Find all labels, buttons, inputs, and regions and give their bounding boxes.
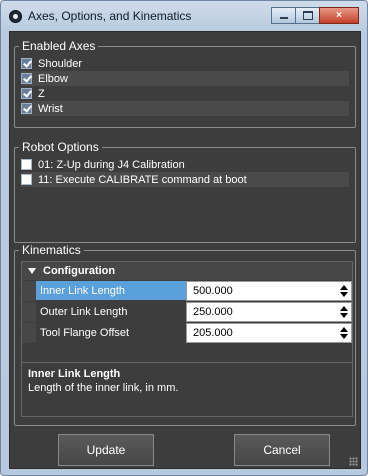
- enabled-axes-legend: Enabled Axes: [19, 39, 99, 53]
- robot-options-group: Robot Options 01: Z-Up during J4 Calibra…: [14, 140, 356, 243]
- option-row-01[interactable]: 01: Z-Up during J4 Calibration: [21, 157, 349, 172]
- resize-grip-icon[interactable]: [349, 457, 358, 466]
- enabled-axes-group: Enabled Axes Shoulder Elbow Z Wrist: [14, 39, 356, 128]
- checkbox-elbow[interactable]: [21, 73, 32, 84]
- axis-label: Elbow: [38, 72, 68, 85]
- axis-row-shoulder[interactable]: Shoulder: [21, 56, 349, 71]
- spin-icon[interactable]: [340, 326, 348, 340]
- property-grid: Configuration Inner Link Length 500.000 …: [21, 261, 353, 417]
- axis-row-wrist[interactable]: Wrist: [21, 101, 349, 116]
- app-icon: [9, 10, 22, 23]
- property-description: Inner Link Length Length of the inner li…: [22, 362, 352, 416]
- property-name[interactable]: Tool Flange Offset: [36, 323, 186, 343]
- window-title: Axes, Options, and Kinematics: [28, 9, 192, 23]
- row-gutter: [22, 302, 36, 322]
- property-row-inner-link-length[interactable]: Inner Link Length 500.000: [22, 281, 352, 301]
- maximize-button[interactable]: [295, 7, 320, 24]
- property-value-input[interactable]: 500.000: [186, 281, 352, 301]
- close-button[interactable]: ×: [319, 7, 359, 24]
- axis-label: Wrist: [38, 102, 63, 115]
- property-name[interactable]: Inner Link Length: [36, 281, 186, 301]
- dialog-body: Enabled Axes Shoulder Elbow Z Wrist Robo…: [9, 31, 361, 469]
- spin-icon[interactable]: [340, 284, 348, 298]
- property-value-input[interactable]: 205.000: [186, 323, 352, 343]
- row-gutter: [22, 323, 36, 343]
- property-name[interactable]: Outer Link Length: [36, 302, 186, 322]
- kinematics-legend: Kinematics: [19, 243, 84, 257]
- category-configuration[interactable]: Configuration: [22, 262, 352, 280]
- checkbox-option-11[interactable]: [21, 174, 32, 185]
- axis-label: Shoulder: [38, 57, 83, 70]
- dialog-window: Axes, Options, and Kinematics × Enabled …: [0, 0, 368, 476]
- title-bar[interactable]: Axes, Options, and Kinematics ×: [1, 1, 367, 31]
- kinematics-group: Kinematics Configuration Inner Link Leng…: [14, 243, 356, 426]
- axis-row-z[interactable]: Z: [21, 86, 349, 101]
- option-label: 11: Execute CALIBRATE command at boot: [38, 173, 247, 186]
- option-label: 01: Z-Up during J4 Calibration: [38, 158, 185, 171]
- property-value: 500.000: [193, 285, 233, 297]
- axis-row-elbow[interactable]: Elbow: [21, 71, 349, 86]
- property-value: 205.000: [193, 327, 233, 339]
- checkbox-shoulder[interactable]: [21, 58, 32, 69]
- window-controls: ×: [271, 7, 359, 24]
- minimize-button[interactable]: [271, 7, 296, 24]
- axis-label: Z: [38, 87, 45, 100]
- row-gutter: [22, 281, 36, 301]
- checkbox-option-01[interactable]: [21, 159, 32, 170]
- spin-icon[interactable]: [340, 305, 348, 319]
- update-button[interactable]: Update: [58, 434, 154, 466]
- cancel-button[interactable]: Cancel: [234, 434, 330, 466]
- property-row-tool-flange-offset[interactable]: Tool Flange Offset 205.000: [22, 323, 352, 343]
- checkbox-wrist[interactable]: [21, 103, 32, 114]
- property-value: 250.000: [193, 306, 233, 318]
- checkbox-z[interactable]: [21, 88, 32, 99]
- property-row-outer-link-length[interactable]: Outer Link Length 250.000: [22, 302, 352, 322]
- description-title: Inner Link Length: [28, 368, 121, 380]
- property-value-input[interactable]: 250.000: [186, 302, 352, 322]
- option-row-11[interactable]: 11: Execute CALIBRATE command at boot: [21, 172, 349, 187]
- robot-options-legend: Robot Options: [19, 140, 102, 154]
- close-icon: ×: [336, 10, 342, 21]
- collapse-triangle-icon[interactable]: [28, 268, 36, 274]
- category-label: Configuration: [43, 265, 116, 277]
- description-text: Length of the inner link, in mm.: [28, 382, 179, 394]
